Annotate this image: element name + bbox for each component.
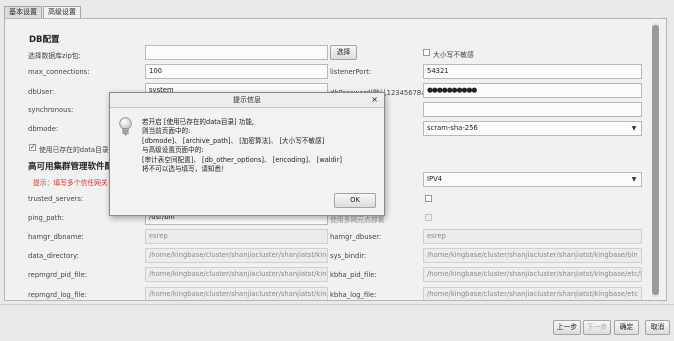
dbpassword-input[interactable]: ●●●●●●●●●●: [423, 83, 642, 98]
chevron-down-icon: ▼: [631, 125, 637, 132]
listener-port-input[interactable]: 54321: [423, 64, 642, 79]
ip-type-select[interactable]: IPV4 ▼: [423, 172, 642, 187]
zip-label: 选择数据库zip包:: [28, 52, 81, 60]
hamgr-dbname-input[interactable]: esrep: [145, 229, 328, 244]
trusted-servers-aux-checkbox[interactable]: [425, 195, 432, 202]
listener-port-label: listenerPort:: [330, 68, 372, 76]
use-data-dir-checkbox[interactable]: [29, 143, 36, 151]
sys-bindir-input[interactable]: /home/kingbase/cluster/shanjiacluster/sh…: [423, 248, 642, 263]
max-connections-label: max_connections:: [28, 68, 90, 76]
footer-divider: [0, 304, 674, 305]
auth-method-select[interactable]: scram-sha-256 ▼: [423, 121, 642, 136]
scrollbar-thumb[interactable]: [652, 25, 659, 295]
tab-advanced-settings[interactable]: 高级设置: [43, 6, 81, 18]
tab-basic-settings[interactable]: 基本设置: [4, 6, 42, 18]
vertical-scrollbar[interactable]: [652, 23, 659, 297]
ip-type-value: IPV4: [427, 175, 443, 183]
repmgrd-log-label: repmgrd_log_file:: [28, 291, 87, 299]
settings-tabs: 基本设置 高级设置: [4, 6, 82, 18]
dialog-title: 提示信息: [233, 96, 261, 104]
dialog-message-line: [dbmode]、 [archive_path]、 [加密算法]、 [大小写不敏…: [142, 136, 325, 145]
dialog-message-line: [审计表空间配置]、 [db_other_options]、 [encoding…: [142, 155, 342, 164]
dbuser-label: dbUser:: [28, 88, 55, 96]
multi-nic-checkbox[interactable]: [425, 214, 432, 221]
hamgr-dbuser-label: hamgr_dbuser:: [330, 233, 382, 241]
repmgrd-log-input[interactable]: /home/kingbase/cluster/shanjiacluster/sh…: [145, 287, 328, 300]
data-directory-input[interactable]: /home/kingbase/cluster/shanjiacluster/sh…: [145, 248, 328, 263]
ok-button[interactable]: OK: [334, 193, 376, 208]
ping-path-label: ping_path:: [28, 214, 64, 222]
max-connections-input[interactable]: 100: [145, 64, 328, 79]
dialog-message-line: 若开启 [使用已存在的data目录] 功能,: [142, 118, 255, 126]
synchronous-aux-field[interactable]: [423, 102, 642, 117]
select-zip-button[interactable]: 选择: [330, 45, 357, 60]
hamgr-dbname-label: hamgr_dbname:: [28, 233, 84, 241]
sys-bindir-label: sys_bindir:: [330, 252, 367, 260]
confirm-button[interactable]: 确定: [614, 320, 639, 335]
trusted-servers-label: trusted_servers:: [28, 195, 84, 203]
kbha-pid-input[interactable]: /home/kingbase/cluster/shanjiacluster/sh…: [423, 267, 642, 282]
zip-path-field[interactable]: [145, 45, 328, 60]
repmgrd-pid-label: repmgrd_pid_file:: [28, 271, 88, 279]
cancel-button[interactable]: 取消: [645, 320, 670, 335]
use-data-dir-label: 使用已存在的data目录: [39, 146, 109, 154]
dialog-titlebar: 提示信息 ×: [110, 93, 384, 108]
close-icon[interactable]: ×: [371, 95, 378, 105]
repmgrd-pid-input[interactable]: /home/kingbase/cluster/shanjiacluster/sh…: [145, 267, 328, 282]
ha-config-title: 高可用集群管理软件配: [28, 162, 114, 172]
chevron-down-icon: ▼: [631, 176, 637, 183]
case-insensitive-checkbox[interactable]: [423, 49, 430, 56]
prev-step-button[interactable]: 上一步: [553, 320, 581, 335]
data-directory-label: data_directory:: [28, 252, 79, 260]
dbmode-label: dbmode:: [28, 125, 59, 133]
auth-method-value: scram-sha-256: [427, 124, 478, 132]
db-config-title: DB配置: [29, 35, 60, 45]
synchronous-label: synchronous:: [28, 106, 74, 114]
info-dialog: 提示信息 × 若开启 [使用已存在的data目录] 功能, 则当前页面中的: […: [109, 92, 385, 216]
kbha-log-label: kbha_log_file:: [330, 291, 377, 299]
lightbulb-icon: [119, 117, 132, 136]
kbha-pid-label: kbha_pid_file:: [330, 271, 377, 279]
ha-warning-text: 提示：填写多个信任网关: [33, 179, 108, 187]
dialog-message: 若开启 [使用已存在的data目录] 功能, 则当前页面中的: [dbmode]…: [142, 118, 377, 174]
kbha-log-input[interactable]: /home/kingbase/cluster/shanjiacluster/sh…: [423, 287, 642, 300]
hamgr-dbuser-input[interactable]: esrep: [423, 229, 642, 244]
dialog-message-line: 与高级设置页面中的:: [142, 146, 204, 155]
dialog-message-line: 则当前页面中的:: [142, 127, 191, 136]
next-step-button[interactable]: 下一步: [583, 320, 611, 335]
dialog-message-line: 将不可以选与填写，请知悉！: [142, 165, 228, 174]
case-insensitive-label: 大小写不敏感: [433, 51, 474, 59]
